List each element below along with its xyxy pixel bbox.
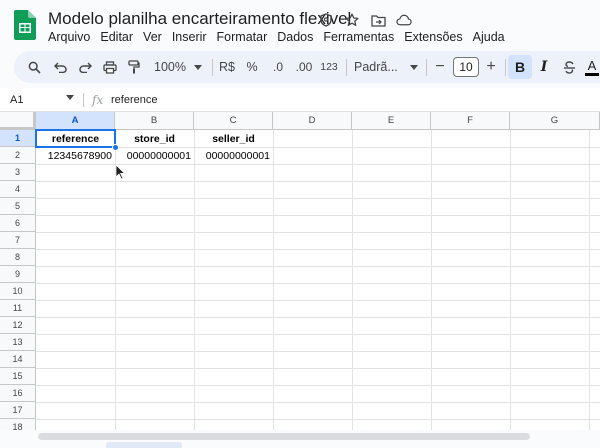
horizontal-scrollbar[interactable] <box>0 430 600 448</box>
column-header-g[interactable]: G <box>510 112 600 130</box>
italic-button[interactable]: I <box>534 51 554 83</box>
row-header-11[interactable]: 11 <box>0 300 36 317</box>
zoom-value: 100% <box>154 60 186 74</box>
column-header-d[interactable]: D <box>273 112 352 130</box>
increase-font-size-button[interactable]: + <box>482 51 500 83</box>
menu-arquivo[interactable]: Arquivo <box>48 30 95 44</box>
tag-icon[interactable] <box>318 12 334 28</box>
row-header-10[interactable]: 10 <box>0 283 36 300</box>
row-header-4[interactable]: 4 <box>0 181 36 198</box>
text-color-swatch <box>585 72 599 76</box>
cell-c2[interactable]: 00000000001 <box>194 147 273 164</box>
print-icon[interactable] <box>100 51 120 83</box>
document-title[interactable]: Modelo planilha encarteiramento flexivel <box>48 9 351 29</box>
redo-icon[interactable] <box>75 51 95 83</box>
sheets-logo-icon[interactable] <box>14 10 36 40</box>
select-all-corner[interactable] <box>0 112 36 130</box>
row-header-18[interactable]: 18 <box>0 419 36 430</box>
column-header-a[interactable]: A <box>36 112 115 130</box>
strikethrough-icon[interactable] <box>559 51 579 83</box>
mouse-cursor-icon <box>115 164 126 180</box>
star-icon[interactable] <box>344 12 360 28</box>
column-header-e[interactable]: E <box>352 112 431 130</box>
row-header-12[interactable]: 12 <box>0 317 36 334</box>
increase-decimals-button[interactable]: .00 <box>292 51 316 83</box>
row-header-5[interactable]: 5 <box>0 198 36 215</box>
menu-inserir[interactable]: Inserir <box>172 30 212 44</box>
font-family-select[interactable]: Padrã... <box>354 51 418 83</box>
cell-a2[interactable]: 12345678900 <box>36 147 115 164</box>
chevron-down-icon[interactable] <box>66 95 74 100</box>
name-box[interactable]: A1 <box>10 94 23 106</box>
column-header-f[interactable]: F <box>431 112 510 130</box>
font-size-field[interactable]: 10 <box>452 51 480 83</box>
font-size-value: 10 <box>453 57 479 77</box>
more-formats-button[interactable]: 123 <box>318 51 340 83</box>
chevron-down-icon <box>193 64 202 70</box>
menu-extensoes[interactable]: Extensões <box>404 30 467 44</box>
cell-c1[interactable]: seller_id <box>194 130 273 147</box>
row-header-13[interactable]: 13 <box>0 334 36 351</box>
currency-format-button[interactable]: R$ <box>217 51 237 83</box>
paint-format-icon[interactable] <box>124 51 144 83</box>
cloud-saved-icon[interactable] <box>396 12 412 28</box>
formula-bar: A1 fx reference <box>0 88 600 112</box>
cell-b1[interactable]: store_id <box>115 130 194 147</box>
column-header-b[interactable]: B <box>115 112 194 130</box>
toolbar: 100% R$ % .0 .00 123 Padrã... − 10 + B I… <box>14 51 600 83</box>
sheet-tab[interactable] <box>106 442 182 448</box>
decrease-decimals-button[interactable]: .0 <box>266 51 290 83</box>
move-to-folder-icon[interactable] <box>370 12 386 28</box>
fx-icon: fx <box>92 93 104 107</box>
undo-icon[interactable] <box>50 51 70 83</box>
search-menus-icon[interactable] <box>24 51 44 83</box>
row-header-2[interactable]: 2 <box>0 147 36 164</box>
menu-ajuda[interactable]: Ajuda <box>473 30 510 44</box>
menu-ver[interactable]: Ver <box>143 30 167 44</box>
increase-decimals-label: .00 <box>295 60 313 74</box>
selection-outline <box>35 129 116 148</box>
menu-editar[interactable]: Editar <box>100 30 138 44</box>
row-header-7[interactable]: 7 <box>0 232 36 249</box>
row-header-8[interactable]: 8 <box>0 249 36 266</box>
row-header-14[interactable]: 14 <box>0 351 36 368</box>
column-header-c[interactable]: C <box>194 112 273 130</box>
row-header-1[interactable]: 1 <box>0 130 36 147</box>
row-header-9[interactable]: 9 <box>0 266 36 283</box>
decrease-font-size-button[interactable]: − <box>431 51 449 83</box>
spreadsheet-grid[interactable]: A B C D E F G 1 2 3 4 5 6 7 8 9 10 11 12… <box>0 112 600 430</box>
text-color-button[interactable]: A <box>582 51 600 83</box>
decrease-decimals-label: .0 <box>272 60 283 74</box>
scrollbar-thumb[interactable] <box>38 433 530 440</box>
bold-button[interactable]: B <box>508 55 532 79</box>
row-header-17[interactable]: 17 <box>0 402 36 419</box>
formula-input[interactable]: reference <box>111 94 157 106</box>
chevron-down-icon <box>410 64 418 70</box>
cell-b2[interactable]: 00000000001 <box>115 147 194 164</box>
row-header-6[interactable]: 6 <box>0 215 36 232</box>
menu-ferramentas[interactable]: Ferramentas <box>323 30 399 44</box>
zoom-select[interactable]: 100% <box>153 51 203 83</box>
row-header-3[interactable]: 3 <box>0 164 36 181</box>
menu-bar: Arquivo Editar Ver Inserir Formatar Dado… <box>48 30 515 44</box>
row-header-16[interactable]: 16 <box>0 385 36 402</box>
text-color-label: A <box>587 57 597 73</box>
font-family-value: Padrã... <box>354 60 398 74</box>
row-header-15[interactable]: 15 <box>0 368 36 385</box>
fill-handle[interactable] <box>112 144 119 151</box>
menu-formatar[interactable]: Formatar <box>217 30 273 44</box>
percent-format-button[interactable]: % <box>242 51 262 83</box>
menu-dados[interactable]: Dados <box>277 30 318 44</box>
